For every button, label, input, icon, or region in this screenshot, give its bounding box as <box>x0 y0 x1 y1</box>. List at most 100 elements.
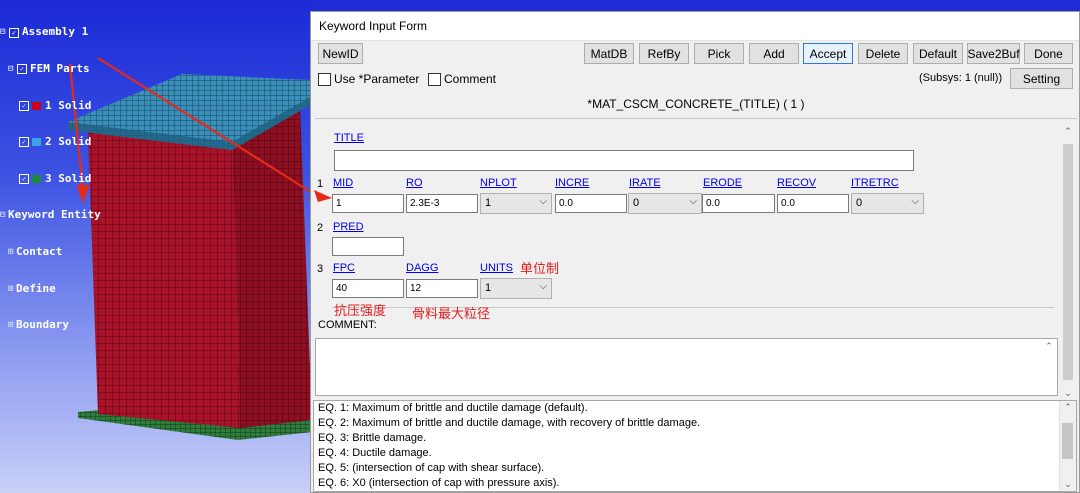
subsys-label: (Subsys: 1 (null)) <box>919 72 1003 84</box>
newid-button[interactable]: NewID <box>318 43 363 64</box>
tree-item-define[interactable]: ⊞ Define <box>0 282 101 295</box>
itretrc-label[interactable]: ITRETRC <box>851 177 899 189</box>
select-value: 1 <box>485 197 492 209</box>
itretrc-select[interactable]: 0 ⌵ <box>851 193 924 214</box>
tree-item-fem-parts[interactable]: ⊟ ✓ FEM Parts <box>0 62 101 75</box>
tree-item-part-3[interactable]: ✓ 3 Solid <box>0 171 101 185</box>
dialog-titlebar[interactable]: Keyword Input Form <box>311 12 1079 41</box>
help-text-panel[interactable]: EQ. 1: Maximum of brittle and ductile da… <box>313 400 1077 492</box>
checkbox-icon[interactable]: ✓ <box>19 173 29 184</box>
collapse-icon[interactable]: ⊟ <box>0 26 8 38</box>
nplot-label[interactable]: NPLOT <box>480 177 517 189</box>
tree-item-part-2[interactable]: ✓ 2 Solid <box>0 135 101 149</box>
default-button[interactable]: Default <box>913 43 963 64</box>
mid-input[interactable]: 1 <box>332 194 404 213</box>
checkbox-icon[interactable] <box>318 72 331 86</box>
checkbox-icon[interactable] <box>428 72 441 86</box>
checkbox-icon[interactable]: ✓ <box>17 64 27 75</box>
tree-label: 2 Solid <box>45 135 92 149</box>
erode-input[interactable]: 0.0 <box>702 194 775 213</box>
tree-label: Assembly 1 <box>22 25 89 39</box>
erode-label[interactable]: ERODE <box>703 177 742 189</box>
delete-button[interactable]: Delete <box>858 43 908 64</box>
dagg-input[interactable]: 12 <box>406 279 478 298</box>
fpc-input[interactable]: 40 <box>332 279 404 298</box>
row-number: 3 <box>317 263 324 275</box>
fpc-annotation: 抗压强度 <box>334 303 387 318</box>
help-scrollbar[interactable]: ⌃ ⌄ <box>1059 401 1076 491</box>
save2buf-button[interactable]: Save2Buf <box>967 43 1020 64</box>
tree-item-assembly[interactable]: ⊟ ✓ Assembly 1 <box>0 26 101 38</box>
units-select[interactable]: 1 ⌵ <box>480 278 552 299</box>
help-line: EQ. 5: (intersection of cap with shear s… <box>318 462 545 474</box>
units-label[interactable]: UNITS <box>480 262 513 274</box>
color-swatch <box>32 101 41 110</box>
tree-label: Keyword Entity <box>8 208 101 222</box>
scroll-up-icon[interactable]: ⌃ <box>1060 126 1076 137</box>
column-front-face <box>88 114 240 428</box>
scroll-down-icon[interactable]: ⌄ <box>1060 388 1076 399</box>
irate-select[interactable]: 0 ⌵ <box>628 193 702 214</box>
help-line: EQ. 4: Ductile damage. <box>318 447 432 459</box>
select-value: 0 <box>633 197 640 209</box>
incre-input[interactable]: 0.0 <box>555 194 627 213</box>
comment-scrollbar[interactable]: ⌃ <box>1041 339 1057 395</box>
matdb-button[interactable]: MatDB <box>584 43 634 64</box>
chevron-down-icon: ⌵ <box>539 196 547 207</box>
keyword-input-form-dialog: Keyword Input Form NewID MatDB RefBy Pic… <box>310 11 1080 493</box>
chevron-down-icon: ⌵ <box>689 196 697 207</box>
checkbox-icon[interactable]: ✓ <box>19 137 29 148</box>
title-input[interactable] <box>334 150 914 171</box>
ro-label[interactable]: RO <box>406 177 423 189</box>
fpc-label[interactable]: FPC <box>333 262 355 274</box>
checkbox-label: Use *Parameter <box>334 72 420 86</box>
incre-label[interactable]: INCRE <box>555 177 589 189</box>
comment-checkbox[interactable]: Comment <box>428 72 496 86</box>
title-field-label[interactable]: TITLE <box>334 132 364 144</box>
select-value: 1 <box>485 282 492 294</box>
checkbox-label: Comment <box>444 72 497 86</box>
scroll-thumb[interactable] <box>1062 423 1073 459</box>
refby-button[interactable]: RefBy <box>639 43 689 64</box>
add-button[interactable]: Add <box>749 43 799 64</box>
recov-label[interactable]: RECOV <box>777 177 816 189</box>
help-line: EQ. 1: Maximum of brittle and ductile da… <box>318 402 588 414</box>
color-swatch <box>32 138 41 147</box>
checkbox-icon[interactable]: ✓ <box>9 27 19 38</box>
pick-button[interactable]: Pick <box>694 43 744 64</box>
tree-item-boundary[interactable]: ⊞ Boundary <box>0 318 101 332</box>
divider <box>315 118 1077 119</box>
row-number: 2 <box>317 222 324 234</box>
scroll-up-icon[interactable]: ⌃ <box>1041 341 1057 352</box>
done-button[interactable]: Done <box>1024 43 1073 64</box>
use-parameter-checkbox[interactable]: Use *Parameter <box>318 72 419 86</box>
pred-input[interactable] <box>332 237 404 256</box>
scroll-thumb[interactable] <box>1063 144 1073 380</box>
tree-label: FEM Parts <box>30 62 90 75</box>
tree-item-contact[interactable]: ⊞ Contact <box>0 245 101 258</box>
tree-item-part-1[interactable]: ✓ 1 Solid <box>0 99 101 112</box>
model-viewport[interactable]: ⊟ ✓ Assembly 1 ⊟ ✓ FEM Parts ✓ 1 Solid ✓ 2 Sol… <box>0 0 312 493</box>
expand-icon[interactable]: ⊞ <box>8 283 16 295</box>
checkbox-icon[interactable]: ✓ <box>19 100 29 111</box>
nplot-select[interactable]: 1 ⌵ <box>480 193 552 214</box>
comment-textarea[interactable]: ⌃ <box>315 338 1058 396</box>
pred-label[interactable]: PRED <box>333 221 364 233</box>
collapse-icon[interactable]: ⊟ <box>8 63 16 75</box>
tree-label: Boundary <box>16 318 69 332</box>
scroll-up-icon[interactable]: ⌃ <box>1060 402 1076 413</box>
recov-input[interactable]: 0.0 <box>777 194 849 213</box>
setting-button[interactable]: Setting <box>1010 68 1073 89</box>
expand-icon[interactable]: ⊞ <box>8 319 16 331</box>
expand-icon[interactable]: ⊞ <box>8 246 16 258</box>
ro-input[interactable]: 2.3E-3 <box>406 194 478 213</box>
irate-label[interactable]: IRATE <box>629 177 661 189</box>
form-scrollbar[interactable]: ⌃ ⌄ <box>1060 124 1076 399</box>
tree-item-keyword-entity[interactable]: ⊟ Keyword Entity <box>0 209 101 221</box>
tree-label: 3 Solid <box>45 171 92 185</box>
accept-button[interactable]: Accept <box>803 43 853 64</box>
dagg-label[interactable]: DAGG <box>406 262 438 274</box>
collapse-icon[interactable]: ⊟ <box>0 209 8 221</box>
keyword-title: *MAT_CSCM_CONCRETE_(TITLE) ( 1 ) <box>587 97 805 111</box>
scroll-down-icon[interactable]: ⌄ <box>1060 479 1076 490</box>
